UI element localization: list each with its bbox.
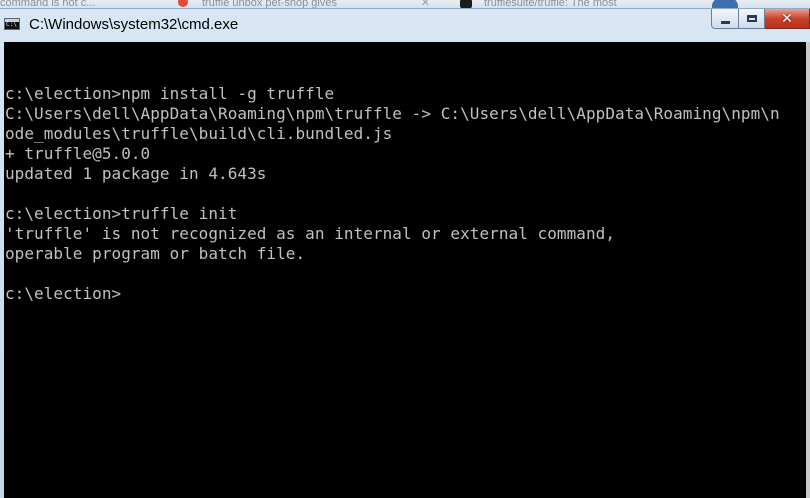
console-line: C:\Users\dell\AppData\Roaming\npm\truffl… <box>5 104 780 123</box>
maximize-button[interactable] <box>739 9 765 29</box>
console-line: c:\election>npm install -g truffle <box>5 84 335 103</box>
cmd-window: C:\Windows\system32\cmd.exe ✕ c:\electio… <box>0 8 810 498</box>
console-line: operable program or batch file. <box>5 244 306 263</box>
console-line: c:\election>truffle init <box>5 204 238 223</box>
scrollbar[interactable] <box>806 42 810 498</box>
console-line: + truffle@5.0.0 <box>5 144 151 163</box>
close-button[interactable]: ✕ <box>765 9 810 29</box>
minimize-icon <box>720 21 730 24</box>
maximize-icon <box>746 15 757 22</box>
console-line: updated 1 package in 4.643s <box>5 164 267 183</box>
console-line: 'truffle' is not recognized as an intern… <box>5 224 616 243</box>
stackoverflow-logo-icon <box>178 0 188 7</box>
title-bar[interactable]: C:\Windows\system32\cmd.exe ✕ <box>0 9 810 41</box>
github-logo-icon <box>460 0 472 8</box>
close-icon: ✕ <box>781 10 793 27</box>
cmd-app-icon[interactable] <box>4 18 20 30</box>
console-line: ode_modules\truffle\build\cli.bundled.js <box>5 124 393 143</box>
console-line: c:\election> <box>5 284 122 303</box>
minimize-button[interactable] <box>711 9 739 29</box>
window-controls: ✕ <box>711 9 810 30</box>
window-title: C:\Windows\system32\cmd.exe <box>29 16 239 33</box>
console-lines: c:\election>npm install -g truffle C:\Use… <box>5 64 780 304</box>
console-output[interactable]: c:\election>npm install -g truffle C:\Use… <box>4 42 810 498</box>
